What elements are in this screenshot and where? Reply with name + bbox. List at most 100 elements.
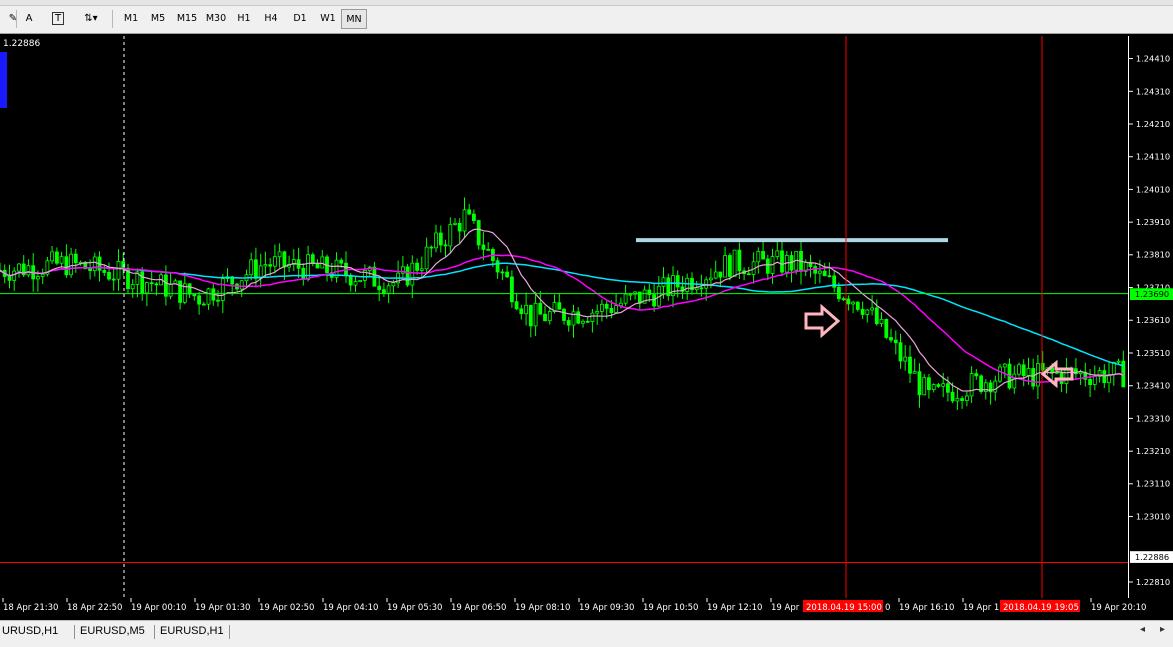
candle-body: [614, 305, 618, 313]
arrows-dropdown-button[interactable]: ⇅▾: [76, 9, 106, 29]
price-chart[interactable]: 1.22886: [0, 36, 1128, 598]
scroll-right-icon[interactable]: ▸: [1160, 624, 1165, 635]
candle-body: [1064, 367, 1069, 384]
price-tick-label: 1.24310: [1136, 86, 1170, 96]
timeframe-w1-button[interactable]: W1: [317, 9, 339, 29]
candle-body: [462, 209, 467, 232]
candle-body: [486, 248, 491, 251]
time-tick-label: 19 Apr 01:30: [195, 603, 250, 613]
timeframe-mn-button[interactable]: MN: [341, 9, 367, 29]
candle-body: [377, 285, 382, 291]
candle-body: [92, 256, 97, 272]
candle-body: [59, 256, 64, 264]
candle-body: [661, 277, 666, 287]
price-tick-label: 1.23910: [1136, 217, 1170, 227]
tab-eurusd-m5[interactable]: EURUSD,M5: [76, 623, 149, 639]
candle-body: [865, 309, 870, 315]
candle-body: [301, 267, 306, 280]
candle-body: [974, 373, 979, 377]
chart-toolbar: ✎ A T ⇅▾ M1 M5 M15 M30 H1 H4 D1 W1 MN: [0, 0, 1173, 34]
time-tick-label: 19 Apr 09:30: [579, 603, 634, 613]
candle-body: [216, 299, 220, 302]
candle-body: [206, 288, 211, 305]
candle-body: [562, 308, 566, 321]
candle-body: [500, 271, 505, 274]
candle-body: [946, 383, 950, 393]
candle-body: [543, 313, 547, 322]
candle-body: [192, 293, 197, 297]
time-tick-label: 19 Apr 12:10: [707, 603, 762, 613]
timeframe-h1-button[interactable]: H1: [233, 9, 255, 29]
tab-eurusd-h1[interactable]: EURUSD,H1: [156, 623, 228, 639]
candle-body: [448, 224, 453, 247]
candle-body: [391, 282, 396, 287]
candle-body: [381, 289, 386, 294]
candle-body: [1026, 368, 1031, 376]
candle-body: [163, 274, 168, 297]
candle-body: [220, 278, 225, 301]
timeframe-d1-button[interactable]: D1: [289, 9, 311, 29]
timeframe-h4-button[interactable]: H4: [260, 9, 282, 29]
blue-scrollbar-marker[interactable]: [0, 52, 7, 108]
candle-body: [818, 270, 822, 274]
candle-body: [55, 251, 59, 264]
price-tick-label: 1.22810: [1136, 577, 1170, 587]
candle-body: [429, 246, 434, 249]
scroll-left-icon[interactable]: ◂: [1140, 624, 1145, 635]
candle-body: [955, 398, 960, 402]
candle-body: [585, 320, 590, 323]
candle-body: [623, 293, 628, 304]
text-label-tool-button[interactable]: T: [45, 9, 71, 29]
candle-body: [533, 302, 538, 327]
timeframe-m5-button[interactable]: M5: [147, 9, 169, 29]
candle-body: [514, 301, 519, 310]
price-tick-label: 1.23210: [1136, 446, 1170, 456]
candle-body: [476, 220, 481, 246]
candle-body: [874, 307, 879, 325]
candle-body: [841, 298, 846, 301]
candle-body: [140, 271, 145, 294]
candle-body: [386, 285, 391, 294]
candle-body: [154, 283, 159, 286]
candle-body: [993, 380, 998, 393]
candle-body: [495, 260, 500, 273]
candle-body: [1002, 363, 1007, 368]
candle-body: [950, 391, 955, 402]
tab-urusd-h1[interactable]: URUSD,H1: [0, 623, 62, 639]
candle-body: [628, 293, 633, 296]
candle-body: [1017, 364, 1021, 375]
timeframe-m15-button[interactable]: M15: [174, 9, 200, 29]
candle-body: [107, 271, 111, 280]
candle-body: [201, 303, 206, 306]
candle-body: [699, 287, 704, 290]
price-tick-label: 1.23110: [1136, 479, 1170, 489]
time-tick-label: 19 Apr 20:10: [1091, 603, 1146, 613]
candle-body: [263, 264, 268, 267]
candle-body: [524, 304, 528, 315]
candle-body: [609, 307, 614, 313]
candle-body: [595, 310, 600, 314]
candle-body: [728, 255, 732, 277]
candle-body: [73, 253, 78, 264]
time-highlight-label: 2018.04.19 15:00: [806, 603, 882, 613]
toolbar-top-strip: [0, 0, 1173, 6]
candle-body: [253, 259, 258, 279]
price-tick-label: 1.23310: [1136, 413, 1170, 423]
time-tick-label: 0: [885, 603, 890, 613]
candle-body: [149, 282, 154, 285]
candle-body: [36, 276, 40, 280]
candle-body: [922, 377, 927, 396]
candle-body: [732, 249, 737, 277]
price-tick-label: 1.23410: [1136, 381, 1170, 391]
candle-body: [775, 250, 780, 257]
candle-body: [315, 263, 320, 269]
price-tick-label: 1.23510: [1136, 348, 1170, 358]
timeframe-m30-button[interactable]: M30: [203, 9, 229, 29]
candle-body: [348, 274, 353, 286]
timeframe-m1-button[interactable]: M1: [120, 9, 142, 29]
time-tick-label: 19 Apr: [771, 603, 800, 613]
candle-body: [64, 256, 69, 276]
text-tool-button[interactable]: A: [16, 9, 42, 29]
time-axis: 18 Apr 21:30 18 Apr 22:50 19 Apr 00:10 19 A…: [0, 598, 1173, 620]
candle-body: [410, 262, 415, 286]
